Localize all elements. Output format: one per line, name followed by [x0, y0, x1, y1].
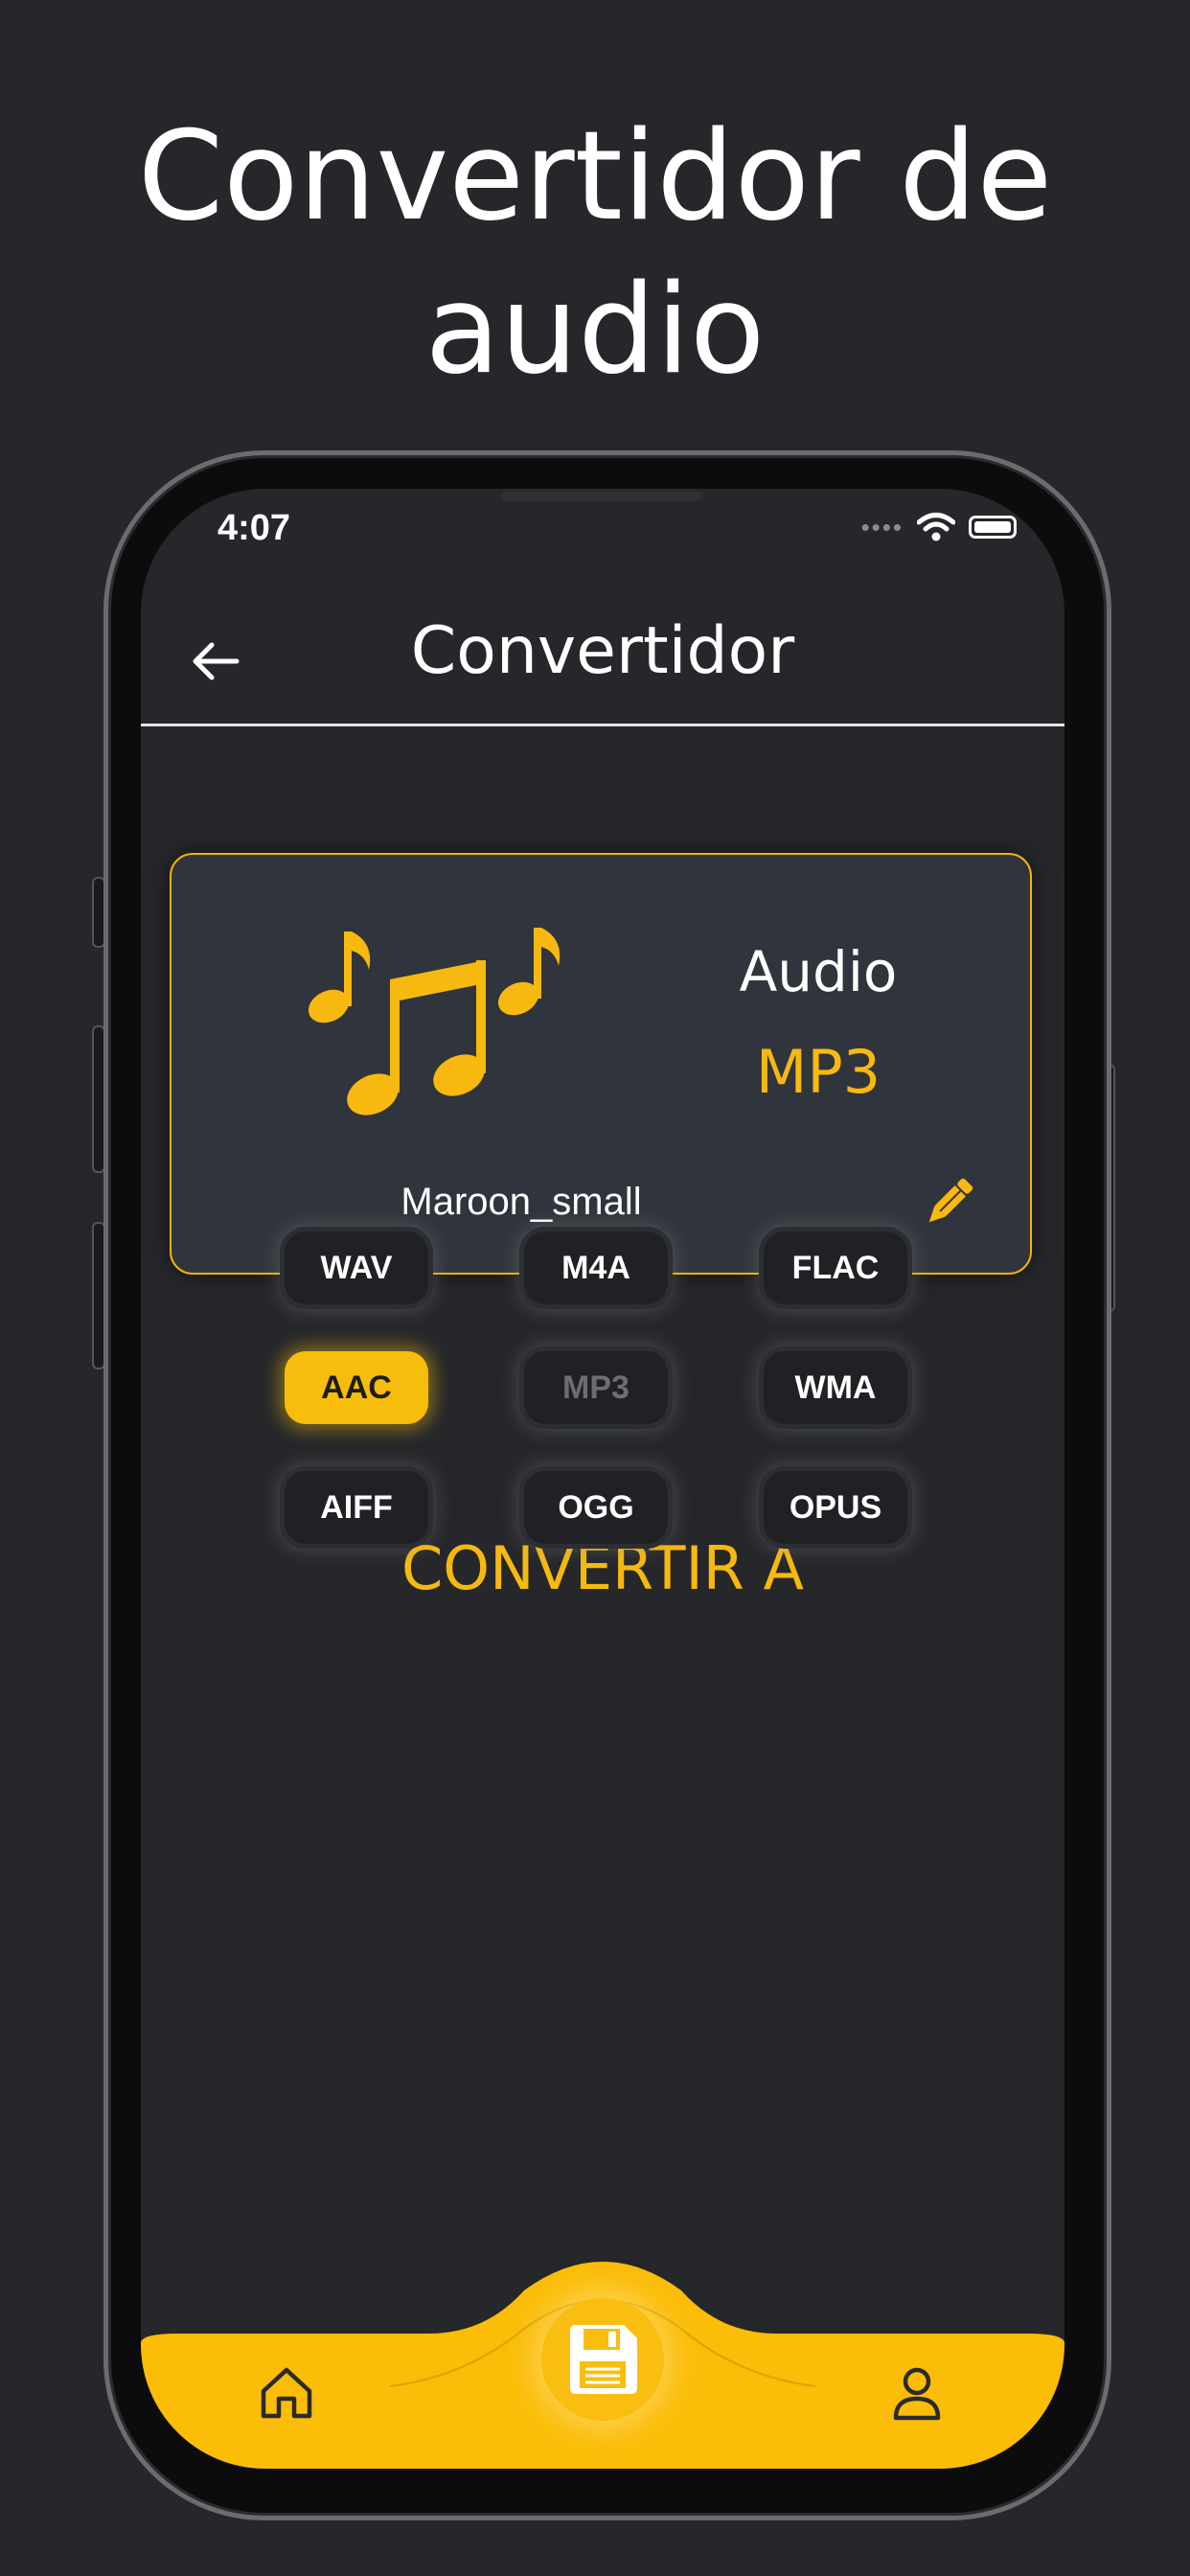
speaker-bar	[501, 492, 702, 501]
format-button-aiff[interactable]: AIFF	[285, 1471, 428, 1544]
music-notes-icon	[308, 928, 561, 1116]
format-button-opus[interactable]: OPUS	[764, 1471, 907, 1544]
audio-label: Audio	[739, 939, 898, 1004]
header-divider	[141, 724, 1064, 726]
format-button-ogg[interactable]: OGG	[524, 1471, 668, 1544]
cellular-signal-icon: ••••	[860, 512, 904, 541]
format-button-flac[interactable]: FLAC	[764, 1231, 907, 1304]
format-button-m4a[interactable]: M4A	[524, 1231, 668, 1304]
format-button-mp3: MP3	[524, 1351, 668, 1424]
status-time: 4:07	[217, 508, 291, 548]
battery-icon	[969, 516, 1017, 539]
status-icons: ••••	[861, 512, 1017, 542]
phone-screen: 4:07 •••• Convertidor Audio MP3 Maroon_s…	[141, 489, 1064, 2469]
file-name: Maroon_small	[400, 1181, 642, 1223]
headline: Convertidor de audio	[137, 105, 1053, 402]
format-button-wav[interactable]: WAV	[285, 1231, 428, 1304]
wifi-icon	[917, 513, 955, 541]
save-tab-button[interactable]	[541, 2298, 664, 2421]
format-button-wma[interactable]: WMA	[764, 1351, 907, 1424]
audio-file-card[interactable]: Audio MP3 Maroon_small	[170, 853, 1032, 1275]
format-button-aac[interactable]: AAC	[285, 1351, 428, 1424]
user-icon[interactable]	[886, 2362, 948, 2424]
page-title: Convertidor	[410, 613, 795, 689]
floppy-disk-icon	[570, 2325, 637, 2394]
pencil-edit-icon[interactable]	[919, 1171, 980, 1232]
home-icon[interactable]	[256, 2362, 317, 2424]
source-format: MP3	[755, 1037, 881, 1107]
